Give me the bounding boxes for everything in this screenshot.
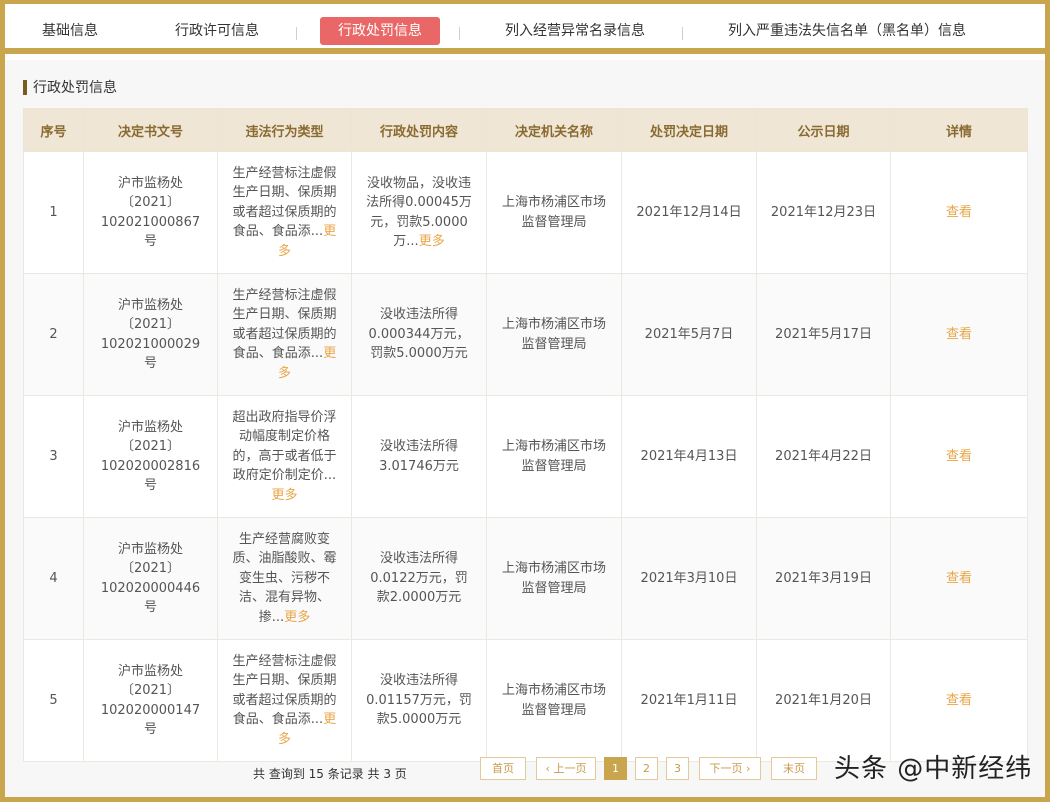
cell-decision-date: 2021年5月7日 [621,273,757,396]
cell-decision-date: 2021年12月14日 [621,151,757,274]
pagination-summary: 共 查询到 15 条记录 共 3 页 [253,767,407,781]
cell-decision-date: 2021年4月13日 [621,395,757,518]
tab-admin-license[interactable]: 行政许可信息 [165,17,269,45]
next-page-button[interactable]: 下一页 › [699,757,761,780]
page-button-3[interactable]: 3 [666,757,689,780]
more-link[interactable]: 更多 [271,488,297,503]
section-title-text: 行政处罚信息 [33,80,117,96]
section-title-marker [23,80,27,95]
header-publish-date: 公示日期 [756,108,891,152]
header-decision-date: 处罚决定日期 [621,108,757,152]
cell-details: 查看 [890,517,1028,640]
header-authority: 决定机关名称 [486,108,622,152]
cell-penalty-content: 没收违法所得0.000344万元，罚款5.0000万元 [351,273,487,396]
last-page-button[interactable]: 末页 [771,757,817,780]
tab-bar: 基础信息 行政许可信息 行政处罚信息 列入经营异常名录信息 列入严重违法失信名单… [5,4,1045,54]
chevron-right-icon: › [742,762,751,775]
cell-publish-date: 2021年4月22日 [756,395,891,518]
table-header-row: 序号 决定书文号 违法行为类型 行政处罚内容 决定机关名称 处罚决定日期 公示日… [23,108,1028,152]
table-row: 5 沪市监杨处〔2021〕102020000147号 生产经营标注虚假生产日期、… [23,639,1028,762]
header-index: 序号 [23,108,84,152]
cell-decision-date: 2021年1月11日 [621,639,757,762]
cell-authority: 上海市杨浦区市场监督管理局 [486,151,622,274]
cell-publish-date: 2021年12月23日 [756,151,891,274]
cell-index: 5 [23,639,84,762]
tab-divider [296,27,297,40]
cell-details: 查看 [890,395,1028,518]
cell-publish-date: 2021年5月17日 [756,273,891,396]
table-row: 3 沪市监杨处〔2021〕102020002816号 超出政府指导价浮动幅度制定… [23,395,1028,518]
view-link[interactable]: 查看 [946,571,972,586]
cell-doc-no: 沪市监杨处〔2021〕102021000029号 [83,273,218,396]
cell-publish-date: 2021年3月19日 [756,517,891,640]
cell-details: 查看 [890,151,1028,274]
view-link[interactable]: 查看 [946,449,972,464]
cell-index: 4 [23,517,84,640]
cell-violation-type: 生产经营标注虚假生产日期、保质期或者超过保质期的食品、食品添...更多 [217,151,352,274]
more-link[interactable]: 更多 [419,234,445,249]
header-doc-no: 决定书文号 [83,108,218,152]
cell-authority: 上海市杨浦区市场监督管理局 [486,273,622,396]
cell-index: 2 [23,273,84,396]
first-page-button[interactable]: 首页 [480,757,526,780]
cell-violation-type: 生产经营腐败变质、油脂酸败、霉变生虫、污秽不洁、混有异物、掺...更多 [217,517,352,640]
view-link[interactable]: 查看 [946,205,972,220]
header-violation-type: 违法行为类型 [217,108,352,152]
cell-doc-no: 沪市监杨处〔2021〕102020002816号 [83,395,218,518]
header-penalty-content: 行政处罚内容 [351,108,487,152]
cell-authority: 上海市杨浦区市场监督管理局 [486,517,622,640]
cell-index: 3 [23,395,84,518]
section-title: 行政处罚信息 [23,79,117,97]
cell-details: 查看 [890,273,1028,396]
more-link[interactable]: 更多 [284,610,310,625]
cell-authority: 上海市杨浦区市场监督管理局 [486,639,622,762]
cell-penalty-content: 没收违法所得0.0122万元，罚款2.0000万元 [351,517,487,640]
cell-doc-no: 沪市监杨处〔2021〕102020000147号 [83,639,218,762]
watermark: 头条 @中新经纬 [834,754,1033,784]
cell-decision-date: 2021年3月10日 [621,517,757,640]
table-row: 1 沪市监杨处〔2021〕102021000867号 生产经营标注虚假生产日期、… [23,151,1028,274]
cell-index: 1 [23,151,84,274]
tab-abnormal-list[interactable]: 列入经营异常名录信息 [493,17,657,45]
penalty-table: 序号 决定书文号 违法行为类型 行政处罚内容 决定机关名称 处罚决定日期 公示日… [23,108,1028,762]
cell-penalty-content: 没收违法所得0.01157万元，罚款5.0000万元 [351,639,487,762]
cell-details: 查看 [890,639,1028,762]
table-row: 4 沪市监杨处〔2021〕102020000446号 生产经营腐败变质、油脂酸败… [23,517,1028,640]
violation-type-text: 生产经营标注虚假生产日期、保质期或者超过保质期的食品、食品添... [232,287,337,362]
page-button-1[interactable]: 1 [604,757,627,780]
cell-authority: 上海市杨浦区市场监督管理局 [486,395,622,518]
next-page-label: 下一页 [709,762,743,775]
header-details: 详情 [890,108,1028,152]
tab-admin-penalty[interactable]: 行政处罚信息 [320,17,440,45]
cell-doc-no: 沪市监杨处〔2021〕102020000446号 [83,517,218,640]
cell-publish-date: 2021年1月20日 [756,639,891,762]
view-link[interactable]: 查看 [946,327,972,342]
view-link[interactable]: 查看 [946,693,972,708]
violation-type-text: 超出政府指导价浮动幅度制定价格的，高于或者低于政府定价制定价... [232,409,337,484]
cell-doc-no: 沪市监杨处〔2021〕102021000867号 [83,151,218,274]
cell-violation-type: 生产经营标注虚假生产日期、保质期或者超过保质期的食品、食品添...更多 [217,639,352,762]
tab-blacklist[interactable]: 列入严重违法失信名单（黑名单）信息 [717,17,977,45]
prev-page-label: 上一页 [553,762,587,775]
cell-penalty-content: 没收违法所得3.01746万元 [351,395,487,518]
cell-penalty-content: 没收物品，没收违法所得0.00045万元，罚款5.0000万...更多 [351,151,487,274]
main-content: 行政处罚信息 序号 决定书文号 违法行为类型 行政处罚内容 决定机关名称 处罚决… [5,60,1045,797]
violation-type-text: 生产经营标注虚假生产日期、保质期或者超过保质期的食品、食品添... [232,653,337,728]
page-button-2[interactable]: 2 [635,757,658,780]
cell-violation-type: 超出政府指导价浮动幅度制定价格的，高于或者低于政府定价制定价... 更多 [217,395,352,518]
cell-violation-type: 生产经营标注虚假生产日期、保质期或者超过保质期的食品、食品添...更多 [217,273,352,396]
table-row: 2 沪市监杨处〔2021〕102021000029号 生产经营标注虚假生产日期、… [23,273,1028,396]
tab-basic-info[interactable]: 基础信息 [33,17,107,45]
tab-divider [682,27,683,40]
violation-type-text: 生产经营标注虚假生产日期、保质期或者超过保质期的食品、食品添... [232,165,337,240]
tab-divider [459,27,460,40]
prev-page-button[interactable]: ‹ 上一页 [536,757,596,780]
